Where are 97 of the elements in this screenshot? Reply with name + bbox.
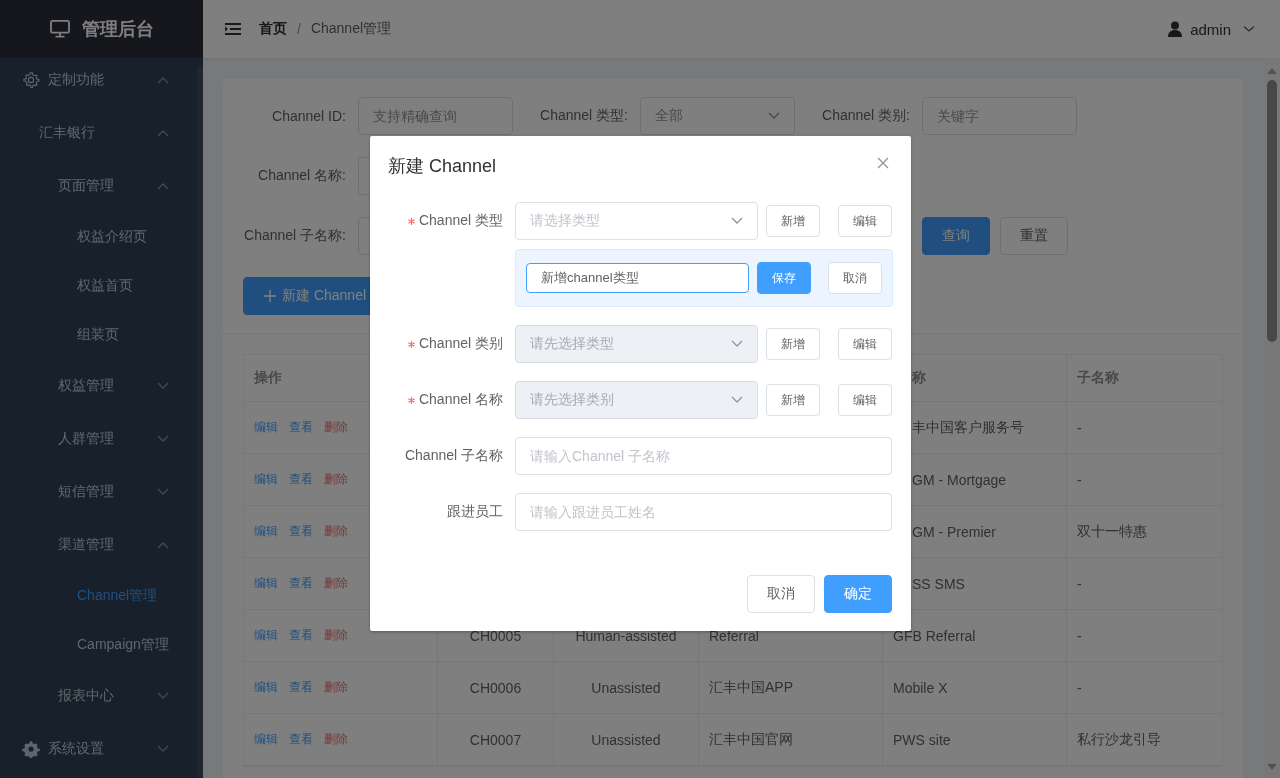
add-button[interactable]: 新增 — [766, 205, 820, 237]
confirm-button[interactable]: 确定 — [824, 575, 892, 613]
sidebar-item[interactable]: 权益管理 — [0, 359, 197, 412]
sidebar-item[interactable]: 人群管理 — [0, 412, 197, 465]
table-cell: Referral — [709, 627, 759, 644]
action-link[interactable]: 查看 — [289, 419, 313, 436]
delete-link[interactable]: 删除 — [324, 627, 348, 644]
table-cell: GFB Referral — [893, 627, 976, 644]
action-link[interactable]: 编辑 — [254, 419, 278, 436]
action-link[interactable]: 编辑 — [254, 679, 278, 696]
field-label: Channel 类型: — [539, 107, 628, 125]
action-link[interactable]: 编辑 — [254, 471, 278, 488]
sidebar-item[interactable]: 渠道管理 — [0, 518, 197, 571]
table-cell: PWS site — [893, 731, 951, 748]
chevron-down-icon — [731, 217, 743, 225]
close-icon[interactable] — [877, 157, 889, 169]
user-icon — [1168, 21, 1183, 37]
sidebar-item[interactable]: 权益首页 — [0, 261, 197, 310]
delete-link[interactable]: 删除 — [324, 523, 348, 540]
cancel-button[interactable]: 取消 — [828, 262, 882, 294]
sidebar-item[interactable]: Campaign管理 — [0, 620, 197, 669]
gear-icon — [22, 70, 40, 89]
delete-link[interactable]: 删除 — [324, 419, 348, 436]
table-cell: - — [1077, 575, 1082, 592]
field-label: Channel 子名称 — [404, 447, 503, 465]
edit-button[interactable]: 编辑 — [838, 205, 892, 237]
action-link[interactable]: 查看 — [289, 471, 313, 488]
action-link[interactable]: 查看 — [289, 523, 313, 540]
action-link[interactable]: 编辑 — [254, 627, 278, 644]
table-cell: 汇丰中国官网 — [709, 730, 793, 749]
table-cell: CH0007 — [469, 731, 522, 748]
table-cell: CH0005 — [469, 627, 522, 644]
table-cell: - — [1077, 627, 1082, 644]
sidebar-item[interactable]: 组装页 — [0, 310, 197, 359]
breadcrumb-link[interactable]: 首页 — [259, 20, 287, 38]
action-link[interactable]: 查看 — [289, 627, 313, 644]
table-cell: Human-assisted — [575, 627, 677, 644]
monitor-icon — [49, 20, 70, 38]
menu-icon[interactable] — [225, 23, 241, 35]
table-cell: GM - Premier — [912, 523, 996, 540]
table-cell: - — [1077, 679, 1082, 696]
table-cell: Unassisted — [591, 731, 661, 748]
action-link[interactable]: 查看 — [289, 575, 313, 592]
input-field[interactable]: 请输入跟进员工姓名 — [515, 493, 892, 531]
sidebar-item[interactable]: 汇丰银行 — [0, 106, 197, 159]
delete-link[interactable]: 删除 — [324, 575, 348, 592]
cancel-button[interactable]: 取消 — [747, 575, 815, 613]
sidebar-item[interactable]: 权益介绍页 — [0, 212, 197, 261]
delete-link[interactable]: 删除 — [324, 471, 348, 488]
field-label: 跟进员工 — [447, 503, 503, 521]
search-button[interactable]: 查询 — [922, 217, 990, 255]
field-label: Channel 子名称: — [243, 227, 346, 245]
action-link[interactable]: 编辑 — [254, 731, 278, 748]
reset-button[interactable]: 重置 — [1000, 217, 1068, 255]
sidebar-item[interactable]: Channel管理 — [0, 571, 197, 620]
table-cell: Unassisted — [591, 679, 661, 696]
delete-link[interactable]: 删除 — [324, 731, 348, 748]
table-cell: - — [1077, 471, 1082, 488]
table-cell: GM - Mortgage — [912, 471, 1007, 488]
action-link[interactable]: 查看 — [289, 731, 313, 748]
sidebar-item[interactable]: 报表中心 — [0, 669, 197, 722]
delete-link[interactable]: 删除 — [324, 679, 348, 696]
caret-icon[interactable] — [1243, 25, 1255, 33]
sidebar-item[interactable]: 短信管理 — [0, 465, 197, 518]
table-cell: 丰中国客户服务号 — [912, 418, 1024, 437]
table-cell: 双十一特惠 — [1077, 522, 1147, 541]
plus-icon — [264, 290, 276, 302]
gear-icon — [22, 739, 40, 758]
app-title: 管理后台 — [81, 18, 154, 41]
save-button[interactable]: 保存 — [757, 262, 811, 294]
action-link[interactable]: 查看 — [289, 679, 313, 696]
table-cell: Mobile X — [893, 679, 948, 696]
user-name[interactable]: admin — [1190, 20, 1231, 38]
table-cell: 汇丰中国APP — [709, 678, 793, 697]
sidebar-item[interactable]: 页面管理 — [0, 159, 197, 212]
field-label: Channel ID: — [271, 108, 346, 124]
action-link[interactable]: 编辑 — [254, 523, 278, 540]
field-label: Channel 名称: — [257, 167, 346, 185]
action-link[interactable]: 编辑 — [254, 575, 278, 592]
select-field[interactable]: 请选择类型 — [515, 202, 758, 240]
input-field[interactable]: 请输入Channel 子名称 — [515, 437, 892, 475]
dialog-title: 新建 Channel — [388, 155, 497, 178]
breadcrumb-separator: / — [297, 21, 301, 37]
chevron-down-icon — [731, 396, 743, 404]
input-field[interactable]: 新增channel类型 — [526, 263, 749, 293]
sidebar-item[interactable]: 系统设置 — [0, 722, 197, 775]
field-label: Channel 类型 — [418, 212, 503, 230]
table-cell: 私行沙龙引导 — [1077, 730, 1161, 749]
scrollbar[interactable] — [197, 66, 203, 778]
table-cell: CH0006 — [469, 679, 522, 696]
table-cell: SS SMS — [912, 575, 965, 592]
field-label: Channel 类别: — [821, 107, 910, 125]
field-label: Channel 类别 — [418, 335, 503, 353]
table-cell: - — [1077, 419, 1082, 436]
chevron-down-icon — [731, 340, 743, 348]
field-label: Channel 名称 — [418, 391, 503, 409]
chevron-down-icon — [768, 112, 780, 120]
